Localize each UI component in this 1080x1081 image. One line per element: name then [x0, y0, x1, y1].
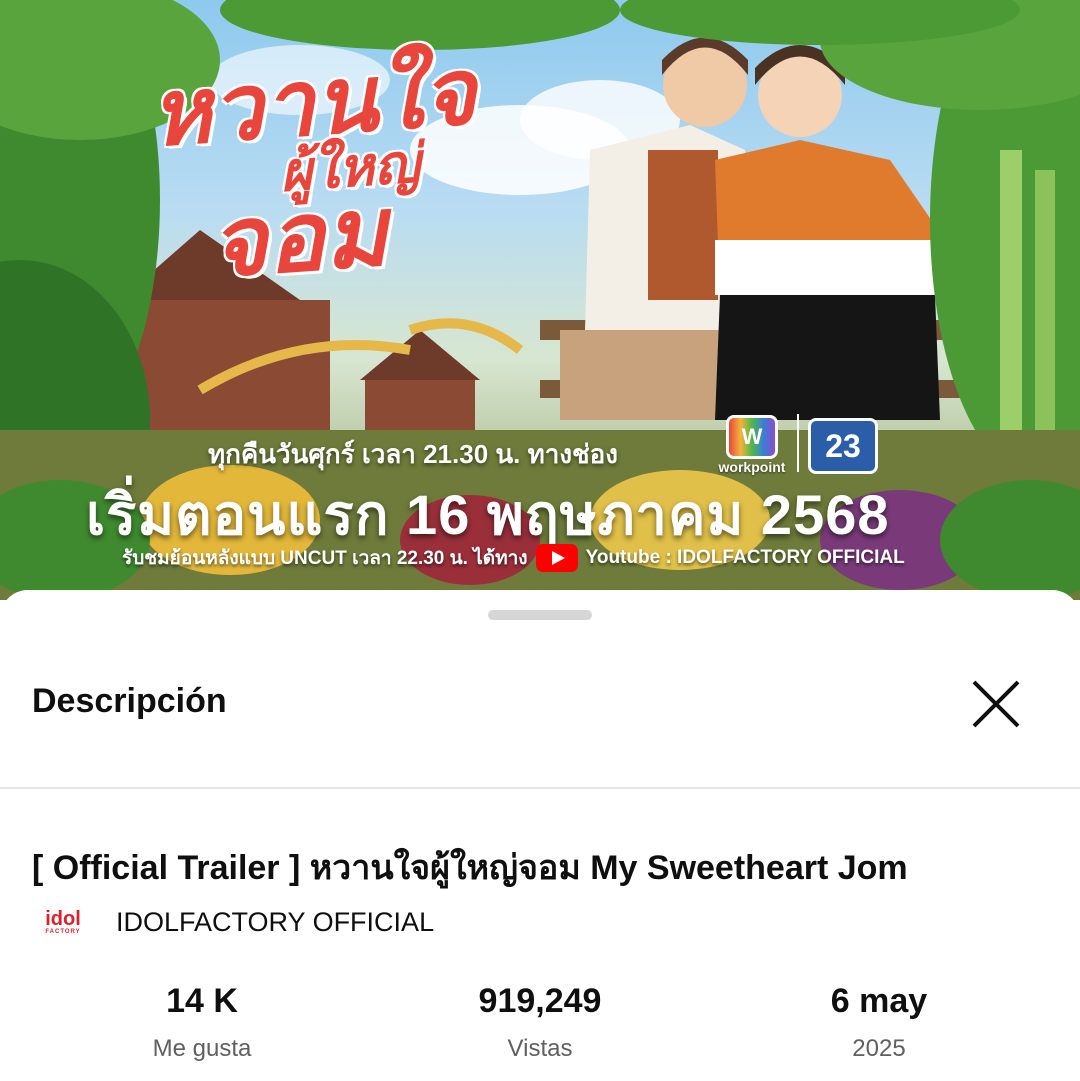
- video-stats: 14 K Me gusta 919,249 Vistas 6 may 2025: [0, 982, 1080, 1072]
- stat-likes: 14 K Me gusta: [52, 982, 352, 1063]
- poster-title-line3: จอม: [206, 174, 392, 300]
- workpoint-logo-mark: W: [726, 415, 778, 459]
- description-sheet: Descripción [ Official Trailer ] หวานใจผ…: [0, 590, 1080, 1081]
- video-thumbnail[interactable]: หวานใจ ผู้ใหญ่ จอม ทุกคืนวันศุกร์ เวลา 2…: [0, 0, 1080, 600]
- stat-views: 919,249 Vistas: [390, 982, 690, 1063]
- channel-name[interactable]: IDOLFACTORY OFFICIAL: [116, 907, 434, 938]
- close-button[interactable]: [966, 674, 1026, 734]
- workpoint-logo: W workpoint: [712, 415, 792, 477]
- drag-handle[interactable]: [488, 610, 592, 620]
- date-year: 2025: [852, 1035, 906, 1062]
- channel-23-logo: 23: [808, 418, 878, 474]
- close-icon: [972, 680, 1020, 728]
- channel-row[interactable]: idol FACTORY IDOLFACTORY OFFICIAL: [40, 902, 434, 942]
- header-divider: [0, 787, 1080, 789]
- views-value: 919,249: [478, 982, 602, 1020]
- likes-label: Me gusta: [152, 1035, 252, 1062]
- logo-divider: [797, 414, 799, 472]
- uncut-prefix-text: รับชมย้อนหลังแบบ UNCUT เวลา 22.30 น. ได้…: [122, 548, 528, 569]
- poster-title: หวานใจ ผู้ใหญ่ จอม: [147, 37, 510, 299]
- uncut-info: รับชมย้อนหลังแบบ UNCUT เวลา 22.30 น. ได้…: [122, 543, 905, 573]
- stat-date: 6 may 2025: [729, 982, 1029, 1063]
- sheet-title: Descripción: [32, 682, 227, 720]
- air-time-text: ทุกคืนวันศุกร์ เวลา 21.30 น. ทางช่อง: [208, 439, 618, 469]
- channel-avatar[interactable]: idol FACTORY: [40, 902, 86, 942]
- video-title: [ Official Trailer ] หวานใจผู้ใหญ่จอม My…: [32, 849, 908, 887]
- youtube-logo-icon: [535, 544, 578, 572]
- likes-value: 14 K: [166, 982, 238, 1020]
- channel-logo-subtext: FACTORY: [45, 929, 81, 935]
- uncut-channel-text: Youtube : IDOLFACTORY OFFICIAL: [585, 547, 905, 568]
- channel-logo-text: idol: [45, 908, 81, 930]
- date-value: 6 may: [830, 982, 928, 1020]
- views-label: Vistas: [507, 1035, 573, 1062]
